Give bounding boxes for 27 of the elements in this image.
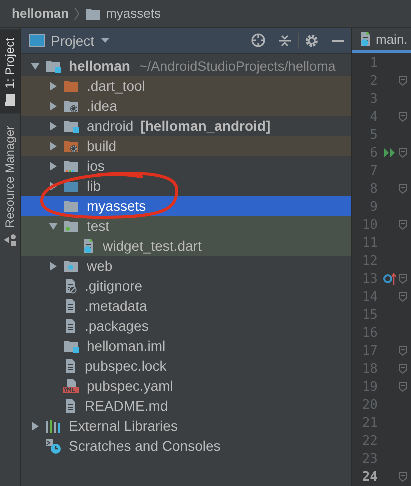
editor-tab[interactable]: main. [352,28,411,53]
tree-item[interactable]: .dart_tool [21,76,351,96]
tree-item[interactable]: .idea [21,96,351,116]
tree-item[interactable]: widget_test.dart [21,236,351,256]
tree-item[interactable]: README.md [21,396,351,416]
tree-item[interactable]: myassets [21,196,351,216]
tree-item[interactable]: External Libraries [21,416,351,436]
tool-window-tab[interactable]: Resource Manager [0,118,20,254]
tree-item[interactable]: .packages [21,316,351,336]
tree-item[interactable]: test [21,216,351,236]
panel-title[interactable]: Project [51,32,95,48]
tree-item[interactable]: web [21,256,351,276]
tool-window-tab[interactable]: 1: Project [0,30,20,114]
tree-item[interactable]: android [helloman_android] [21,116,351,136]
breadcrumb-item[interactable]: helloman [12,6,70,21]
tree-item[interactable]: helloman ~/AndroidStudioProjects/helloma [21,56,351,76]
tree-item[interactable]: pubspec.yaml [21,376,351,396]
tree-item[interactable]: helloman.iml [21,336,351,356]
tree-item[interactable]: .metadata [21,296,351,316]
line-number: 24 [361,470,379,484]
tree-item[interactable]: lib [21,176,351,196]
breadcrumb-item[interactable]: myassets [106,6,161,21]
tree-item[interactable]: .gitignore [21,276,351,296]
tree-item[interactable]: Scratches and Consoles [21,436,351,456]
tree-item[interactable]: ios [21,156,351,176]
tree-item[interactable]: build [21,136,351,156]
tree-item[interactable]: pubspec.lock [21,356,351,376]
